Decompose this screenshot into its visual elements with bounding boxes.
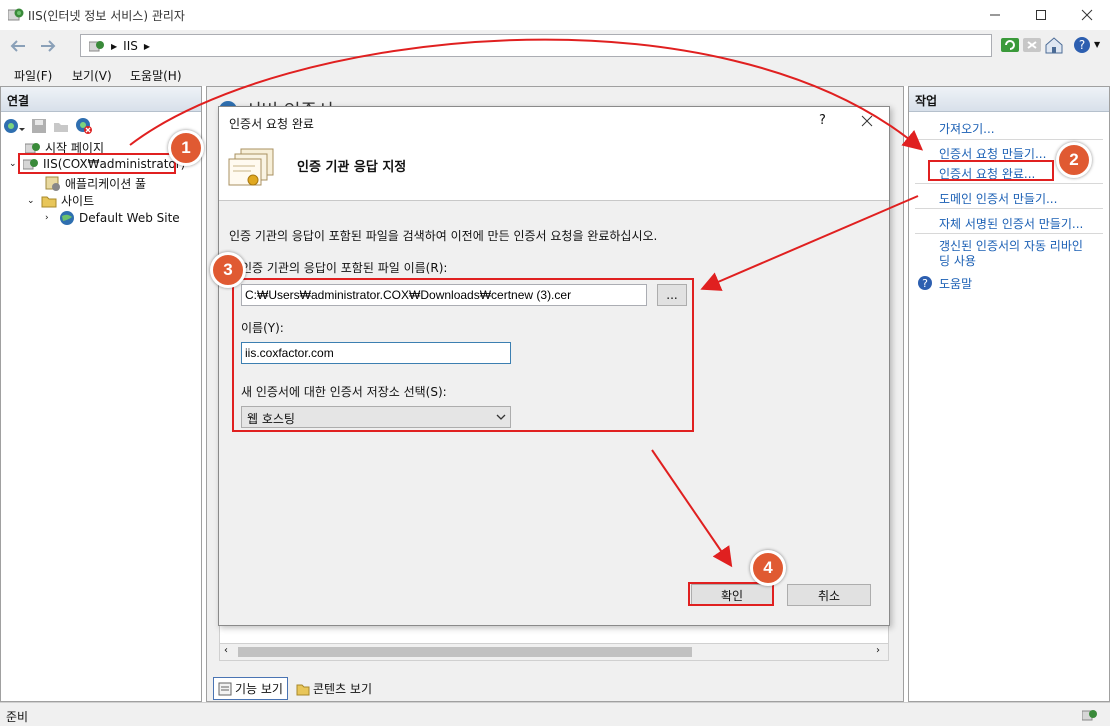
step-badge-2: 2 [1056, 142, 1092, 178]
step-badge-4: 4 [750, 550, 786, 586]
annotation-arrows [129, 38, 924, 568]
annotation-arrow-3 [651, 449, 733, 568]
step-badge-3: 3 [210, 252, 246, 288]
annotation-arrow-2 [700, 195, 919, 291]
annotation-arrow-1 [129, 38, 924, 151]
step-badge-1: 1 [168, 130, 204, 166]
